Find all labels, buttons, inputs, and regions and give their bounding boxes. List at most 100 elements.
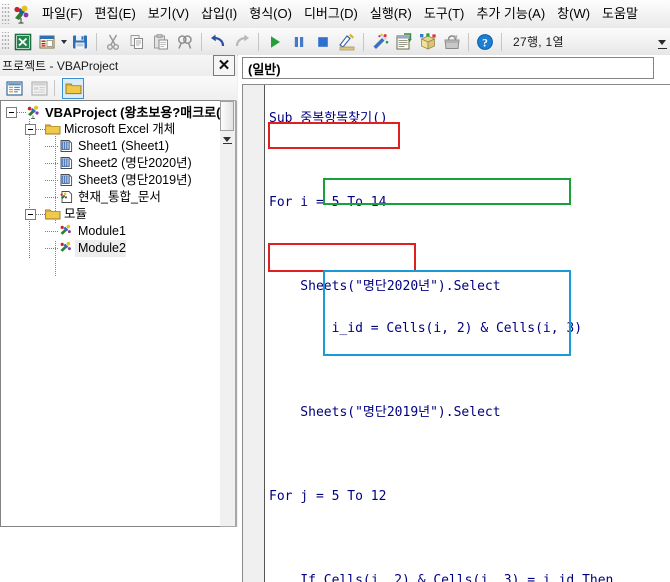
project-explorer-title: 프로젝트 - VBAProject — [0, 57, 213, 74]
menu-view[interactable]: 보기(V) — [142, 3, 195, 25]
tree-item-sheet3-label: Sheet3 (명단2019년) — [78, 173, 192, 187]
tree-item-vbaproject[interactable]: VBAProject (왕초보용?매크로(\ — [1, 104, 221, 121]
workbook-icon — [59, 190, 75, 205]
redo-icon[interactable] — [231, 31, 253, 53]
module-icon — [59, 224, 75, 239]
toolbar-grip[interactable] — [2, 32, 9, 51]
menu-file[interactable]: 파일(F) — [36, 3, 89, 25]
project-tree-scrollbar[interactable] — [220, 100, 236, 527]
cut-icon[interactable] — [102, 31, 124, 53]
menu-help[interactable]: 도움말 — [596, 3, 644, 25]
tree-dash — [45, 248, 59, 249]
tree-group-excel-objects[interactable]: Microsoft Excel 개체 — [1, 121, 221, 138]
menu-addins[interactable]: 추가 기능(A) — [470, 3, 551, 25]
code-line: i_id = Cells(i, 2) & Cells(i, 3) — [269, 321, 583, 336]
procedure-combo-row: (일반) — [242, 57, 654, 79]
project-explorer-title-text: 프로젝트 - VBAProject — [2, 59, 119, 73]
toggle-folders-button[interactable] — [62, 77, 84, 99]
code-line: For i = 5 To 14 — [269, 195, 387, 210]
scroll-down-icon[interactable] — [222, 135, 232, 145]
toolbox-icon[interactable] — [441, 31, 463, 53]
menu-tools[interactable]: 도구(T) — [418, 3, 471, 25]
tree-item-module2[interactable]: Module2 — [1, 240, 221, 257]
project-explorer-toolbar — [0, 76, 237, 101]
save-icon[interactable] — [69, 31, 91, 53]
menu-insert[interactable]: 삽입(I) — [195, 3, 243, 25]
menu-run[interactable]: 실행(R) — [364, 3, 418, 25]
view-code-button[interactable] — [3, 78, 25, 99]
view-excel-icon[interactable] — [12, 31, 34, 53]
find-icon[interactable] — [174, 31, 196, 53]
properties-window-icon[interactable] — [393, 31, 415, 53]
project-explorer-icon[interactable] — [369, 31, 391, 53]
menu-format[interactable]: 형식(O) — [243, 3, 298, 25]
tree-group-modules-label: 모듈 — [64, 207, 88, 221]
tree-dash — [36, 214, 45, 215]
tree-item-sheet1[interactable]: Sheet1 (Sheet1) — [1, 138, 221, 155]
folder-icon — [45, 207, 61, 222]
toolbar-overflow-icon[interactable] — [656, 30, 668, 51]
tree-dash — [45, 180, 59, 181]
insert-userform-icon[interactable] — [36, 31, 58, 53]
tree-item-module1[interactable]: Module1 — [1, 223, 221, 240]
vba-logo-icon — [11, 3, 33, 25]
pause-icon[interactable] — [288, 31, 310, 53]
expander-icon[interactable] — [6, 107, 17, 118]
code-editor[interactable]: Sub 중복항목찾기() For i = 5 To 14 Sheets("명단2… — [242, 84, 670, 582]
chevron-down-icon[interactable] — [59, 31, 68, 53]
code-text[interactable]: Sub 중복항목찾기() For i = 5 To 14 Sheets("명단2… — [269, 87, 613, 582]
tree-item-sheet1-label: Sheet1 (Sheet1) — [78, 139, 170, 153]
project-toolbar-separator — [54, 80, 55, 96]
toolbar-separator-4 — [363, 32, 364, 51]
help-icon[interactable]: ? — [474, 31, 496, 53]
menu-window[interactable]: 창(W) — [551, 3, 596, 25]
tree-item-sheet2[interactable]: Sheet2 (명단2020년) — [1, 155, 221, 172]
procedure-combo[interactable]: (일반) — [242, 57, 654, 79]
copy-icon[interactable] — [126, 31, 148, 53]
vbaproject-icon — [26, 105, 42, 120]
close-icon[interactable]: ✕ — [213, 55, 235, 76]
run-icon[interactable] — [264, 31, 286, 53]
toolbar-separator-6 — [501, 32, 502, 51]
view-object-button[interactable] — [28, 78, 50, 99]
code-window: (일반) Sub 중복항목찾기() For i = 5 To 14 Sheets… — [238, 55, 670, 582]
code-line: Sheets("명단2020년").Select — [269, 279, 501, 294]
code-line: Sheets("명단2019년").Select — [269, 405, 501, 420]
tree-item-thisworkbook[interactable]: 현재_통합_문서 — [1, 189, 221, 206]
tree-dash — [45, 146, 59, 147]
tree-dash — [45, 231, 59, 232]
menu-edit[interactable]: 편집(E) — [89, 3, 142, 25]
tree-item-sheet3[interactable]: Sheet3 (명단2019년) — [1, 172, 221, 189]
tree-dash — [45, 163, 59, 164]
paste-icon[interactable] — [150, 31, 172, 53]
tree-item-sheet2-label: Sheet2 (명단2020년) — [78, 156, 192, 170]
expander-icon[interactable] — [25, 209, 36, 220]
project-explorer-panel: 프로젝트 - VBAProject ✕ VBAProject (왕초보용?매크로… — [0, 55, 237, 527]
menu-bar-grip[interactable] — [2, 4, 10, 24]
design-mode-icon[interactable] — [336, 31, 358, 53]
undo-icon[interactable] — [207, 31, 229, 53]
tree-item-module1-label: Module1 — [78, 224, 126, 238]
sheet-icon — [59, 156, 75, 171]
stop-icon[interactable] — [312, 31, 334, 53]
code-margin-indicator-bar[interactable] — [243, 85, 265, 582]
scrollbar-thumb[interactable] — [220, 101, 234, 131]
menu-debug[interactable]: 디버그(D) — [298, 3, 364, 25]
toolbar-separator-3 — [258, 32, 259, 51]
tree-dash — [45, 197, 59, 198]
sheet-icon — [59, 173, 75, 188]
module-icon — [59, 241, 75, 256]
expander-icon[interactable] — [25, 124, 36, 135]
tree-dash — [36, 129, 45, 130]
project-tree[interactable]: VBAProject (왕초보용?매크로(\ Microsoft Excel 개… — [0, 100, 221, 527]
folder-icon — [45, 122, 61, 137]
object-browser-icon[interactable] — [417, 31, 439, 53]
toolbar-separator-1 — [96, 32, 97, 51]
tree-group-modules[interactable]: 모듈 — [1, 206, 221, 223]
tree-item-module2-label: Module2 — [75, 240, 126, 257]
tree-dash — [17, 112, 26, 113]
